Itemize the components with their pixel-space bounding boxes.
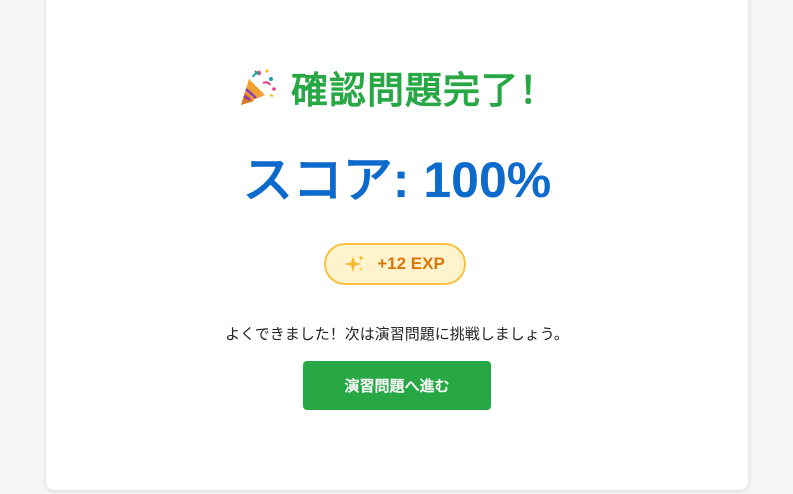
proceed-to-exercises-button[interactable]: 演習問題へ進む [303, 361, 491, 410]
sparkles-icon [345, 254, 365, 274]
party-popper-icon [237, 67, 277, 107]
exp-label: +12 EXP [377, 254, 445, 273]
completion-message: よくできました！次は演習問題に挑戦しましょう。 [225, 325, 569, 343]
exp-reward-badge: +12 EXP [324, 243, 466, 285]
completion-card: 確認問題完了！ スコア: 100% +12 EXP よくできました！次は演習問題… [46, 0, 748, 490]
completion-header: 確認問題完了！ [46, 60, 748, 114]
page-title: 確認問題完了！ [291, 69, 557, 112]
score-display: スコア: 100% [242, 152, 552, 208]
